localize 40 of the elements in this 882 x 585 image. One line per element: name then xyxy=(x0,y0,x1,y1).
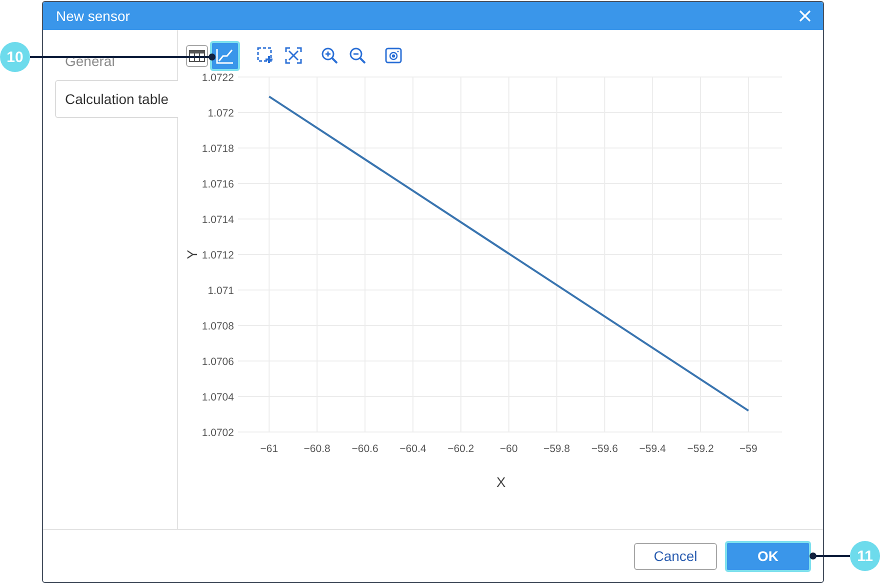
x-axis-title: X xyxy=(496,474,506,490)
x-tick-label: −59 xyxy=(740,443,758,455)
x-tick-label: −59.2 xyxy=(687,443,714,455)
y-tick-label: 1.0714 xyxy=(202,214,234,226)
x-tick-label: −60.4 xyxy=(400,443,426,455)
cancel-button[interactable]: Cancel xyxy=(634,542,717,570)
callout-badge: 10 xyxy=(0,42,30,72)
x-tick-label: −61 xyxy=(260,443,278,455)
y-tick-label: 1.072 xyxy=(208,108,234,120)
x-tick-label: −59.8 xyxy=(543,443,570,455)
y-tick-label: 1.0716 xyxy=(202,178,234,190)
y-tick-label: 1.0708 xyxy=(202,320,234,332)
sidebar-tab[interactable]: Calculation table xyxy=(55,80,178,118)
y-tick-label: 1.0712 xyxy=(202,250,234,262)
close-icon[interactable] xyxy=(799,10,811,22)
y-tick-label: 1.0722 xyxy=(202,72,234,84)
callout-badge: 11 xyxy=(850,541,880,571)
x-tick-label: −60 xyxy=(500,443,518,455)
y-tick-label: 1.0718 xyxy=(202,143,234,155)
y-tick-label: 1.0702 xyxy=(202,427,234,439)
y-tick-label: 1.0704 xyxy=(202,392,234,404)
window-title: New sensor xyxy=(56,8,130,24)
table-view-button[interactable] xyxy=(186,44,208,66)
zoom-out-icon xyxy=(348,47,366,64)
y-axis-title: Y xyxy=(184,250,200,260)
y-tick-label: 1.071 xyxy=(208,285,234,297)
x-tick-label: −60.8 xyxy=(304,443,330,455)
line-chart-icon xyxy=(216,48,234,64)
camera-icon xyxy=(384,47,402,64)
table-icon xyxy=(189,50,205,62)
x-tick-label: −60.6 xyxy=(352,443,378,455)
fit-icon xyxy=(284,47,302,64)
box-select-icon xyxy=(256,47,274,64)
x-tick-label: −59.4 xyxy=(639,443,666,455)
y-tick-label: 1.0706 xyxy=(202,356,234,368)
x-tick-label: −60.2 xyxy=(448,443,474,455)
zoom-in-icon xyxy=(320,47,338,64)
chart-view-button[interactable] xyxy=(210,40,240,70)
x-tick-label: −59.6 xyxy=(591,443,618,455)
leader-line xyxy=(810,552,853,560)
